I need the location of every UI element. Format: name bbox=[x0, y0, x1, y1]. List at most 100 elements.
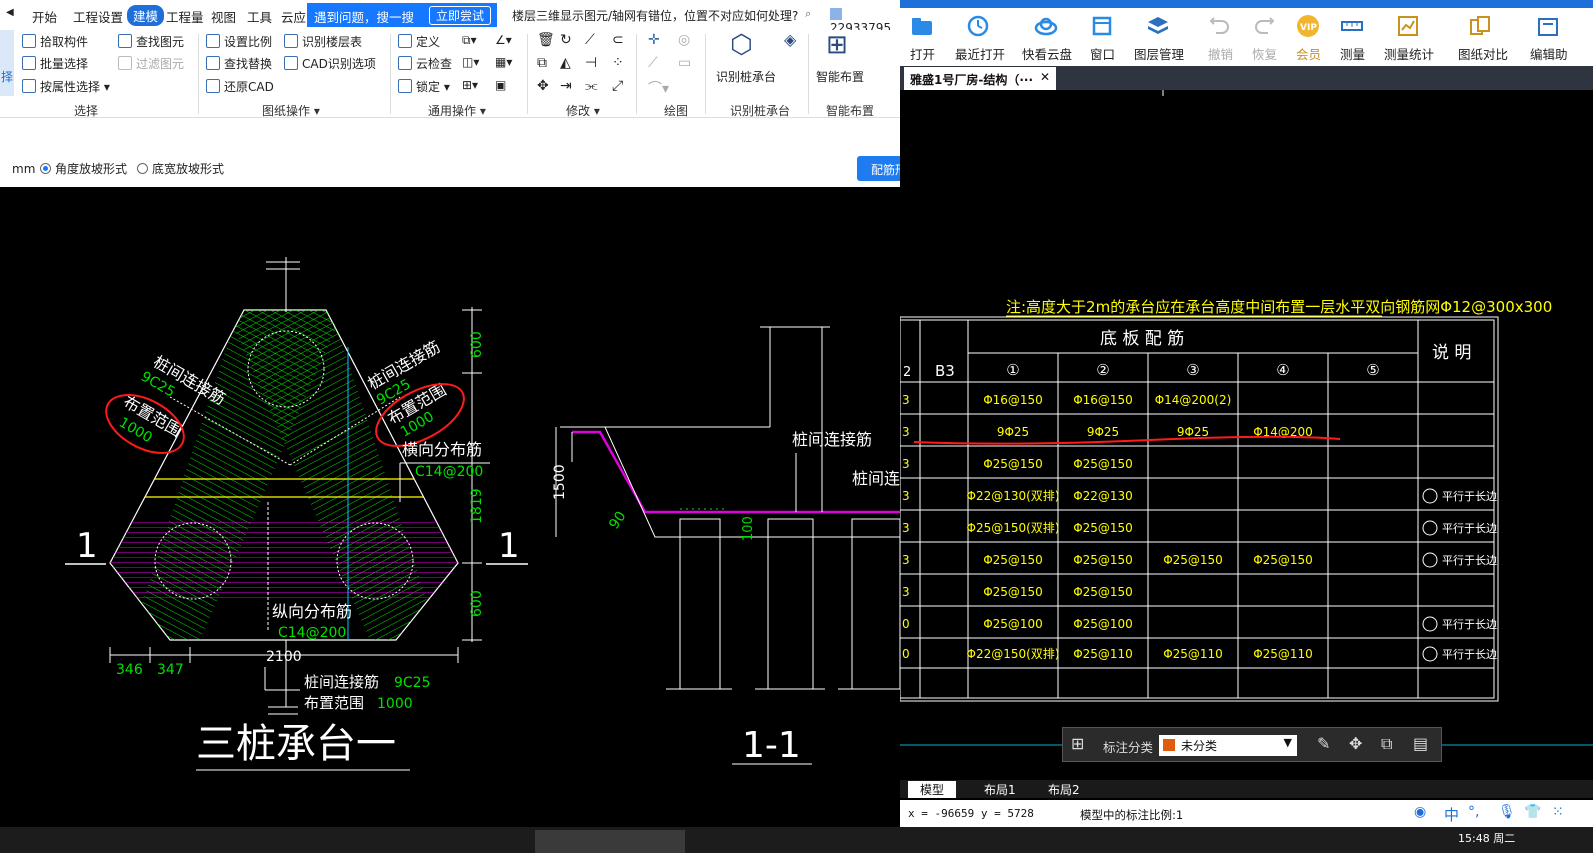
open-button[interactable]: 打开 bbox=[910, 44, 935, 63]
find-element-button[interactable]: 查找图元 bbox=[118, 33, 184, 50]
batch-select-button[interactable]: 批量选择 bbox=[22, 55, 88, 72]
pile-cap-icon[interactable]: ⬡ bbox=[730, 30, 753, 60]
menu-project-settings[interactable]: 工程设置 bbox=[73, 7, 123, 26]
mirror-icon[interactable]: ◭ bbox=[560, 55, 571, 71]
join-icon[interactable]: ⫘ bbox=[585, 78, 598, 94]
lock-button[interactable]: 锁定 ▾ bbox=[398, 78, 450, 95]
smart-layout-icon[interactable]: ⊞ bbox=[826, 30, 848, 60]
grid-menu-icon[interactable]: ⁙ bbox=[1552, 804, 1564, 820]
layer-manage-button[interactable]: 图层管理 bbox=[1134, 44, 1184, 63]
cad-viewport-left[interactable]: 600 1819 600 346 347 2100 1 1 桩间连接筋 9C25… bbox=[0, 187, 900, 827]
menu-tools[interactable]: 工具 bbox=[247, 7, 272, 26]
smart-layout-button[interactable]: 智能布置 bbox=[816, 68, 864, 85]
menu-quantity[interactable]: 工程量 bbox=[166, 7, 204, 26]
drawing-tab-title: 雅盛1号厂房-结构（··· bbox=[910, 73, 1034, 87]
try-now-button[interactable]: 立即尝试 bbox=[429, 6, 492, 25]
rebar-table-drawing[interactable]: 注:高度大于2m的承台应在承台高度中间布置一层水平双向钢筋网Φ12@300x30… bbox=[900, 90, 1593, 780]
cad-viewport-right[interactable]: 注:高度大于2m的承台应在承台高度中间布置一层水平双向钢筋网Φ12@300x30… bbox=[900, 90, 1593, 780]
paste-icon[interactable]: ▤ bbox=[1413, 734, 1428, 753]
menu-view[interactable]: 视图 bbox=[211, 7, 236, 26]
select-side-tab[interactable]: 择 bbox=[0, 30, 14, 96]
find-replace-button[interactable]: 查找替换 bbox=[206, 55, 272, 72]
define-button[interactable]: 定义 bbox=[398, 33, 440, 50]
set-scale-button[interactable]: 设置比例 bbox=[206, 33, 272, 50]
point-icon[interactable]: ✛ bbox=[648, 32, 660, 48]
stretch-icon[interactable]: ⤢ bbox=[612, 78, 623, 94]
radio-angle-slope[interactable]: 角度放坡形式 bbox=[40, 160, 127, 177]
member-button[interactable]: 会员 bbox=[1296, 44, 1321, 63]
layout-tab-2[interactable]: 布局2 bbox=[1048, 781, 1080, 798]
layer-tool-icon[interactable]: ▦▾ bbox=[495, 55, 512, 69]
grid-tool-icon[interactable]: ⊞▾ bbox=[462, 78, 478, 92]
copy-icon[interactable]: ⧉ bbox=[1381, 734, 1392, 754]
drawing-tab[interactable]: 雅盛1号厂房-结构（··· ✕ bbox=[904, 67, 1056, 90]
copy-tool-icon[interactable]: ⧉▾ bbox=[462, 33, 477, 48]
skin-icon[interactable]: 👕 bbox=[1524, 804, 1541, 820]
move-icon[interactable]: ✥ bbox=[1349, 734, 1362, 753]
punctuation-icon[interactable]: °, bbox=[1468, 804, 1479, 820]
offset-icon[interactable]: ⊂ bbox=[612, 32, 624, 48]
grid-view-icon[interactable]: ⊞ bbox=[1071, 734, 1084, 753]
divider bbox=[808, 34, 809, 114]
rebar-form-button[interactable]: 配筋形 bbox=[857, 156, 900, 181]
trim-icon[interactable]: ⟋ bbox=[585, 32, 595, 48]
angle-tool-icon[interactable]: ∠▾ bbox=[495, 33, 512, 47]
taskbar-active-app[interactable] bbox=[535, 830, 685, 853]
menu-modeling[interactable]: 建模 bbox=[127, 5, 165, 26]
undo-button[interactable]: 撤销 bbox=[1208, 44, 1233, 63]
table-cell: Φ25@150 bbox=[1073, 553, 1133, 567]
cloud-disk-button[interactable]: 快看云盘 bbox=[1022, 44, 1072, 63]
divider bbox=[705, 34, 706, 114]
table-tool-icon[interactable]: ▣ bbox=[495, 78, 506, 92]
table-cell: Φ25@150 bbox=[1073, 521, 1133, 535]
search-question[interactable]: 楼层三维显示图元/轴网有错位，位置不对应如何处理? bbox=[512, 7, 822, 24]
radio-width-slope[interactable]: 底宽放坡形式 bbox=[137, 160, 224, 177]
identify-floor-table-button[interactable]: 识别楼层表 bbox=[284, 33, 362, 50]
move-icon[interactable]: ✥ bbox=[537, 78, 549, 94]
line-draw-icon[interactable]: ⟋ bbox=[648, 55, 658, 71]
ime-lang[interactable]: 中 bbox=[1444, 804, 1459, 825]
edit-assistant-button[interactable]: 编辑助 bbox=[1530, 44, 1568, 63]
taskbar-clock: 15:48 周二 bbox=[1458, 832, 1516, 845]
measure-button[interactable]: 测量 bbox=[1340, 44, 1365, 63]
edit-icon[interactable]: ✎ bbox=[1317, 734, 1330, 753]
arc-draw-icon[interactable]: ⌒▾ bbox=[648, 78, 669, 98]
annotation-class-select[interactable]: 未分类 ▼ bbox=[1159, 735, 1297, 756]
recent-open-button[interactable]: 最近打开 bbox=[955, 44, 1005, 63]
back-icon[interactable]: ◀ bbox=[6, 7, 14, 18]
window-icon bbox=[1092, 16, 1112, 36]
rect-draw-icon[interactable]: ▭ bbox=[678, 55, 691, 71]
column-header: ① bbox=[1006, 361, 1019, 379]
extend-icon[interactable]: ⇥ bbox=[560, 78, 572, 94]
redo-button[interactable]: 恢复 bbox=[1252, 44, 1277, 63]
identify-pile-cap-button[interactable]: 识别桩承台 bbox=[716, 68, 776, 85]
window-button[interactable]: 窗口 bbox=[1090, 44, 1115, 63]
menu-start[interactable]: 开始 bbox=[32, 7, 57, 26]
measure-stats-button[interactable]: 测量统计 bbox=[1384, 44, 1434, 63]
select-by-property-button[interactable]: 按属性选择 ▾ bbox=[22, 78, 110, 95]
filter-element-button[interactable]: 过滤图元 bbox=[118, 55, 184, 72]
pile-option-icon[interactable]: ◈ bbox=[784, 30, 796, 49]
delete-icon[interactable]: 🗑 bbox=[537, 32, 555, 48]
close-icon[interactable]: ✕ bbox=[1040, 70, 1050, 84]
mic-icon[interactable]: 🎙 bbox=[1498, 804, 1516, 820]
dim-100: 100 bbox=[741, 516, 756, 541]
circle-draw-icon[interactable]: ◎ bbox=[678, 32, 690, 48]
layout-tab-1[interactable]: 布局1 bbox=[984, 781, 1016, 798]
cad-options-button[interactable]: CAD识别选项 bbox=[284, 55, 376, 72]
pile-cap-drawing[interactable]: 600 1819 600 346 347 2100 1 1 桩间连接筋 9C25… bbox=[0, 187, 900, 827]
table-cell: Φ14@200(2) bbox=[1155, 393, 1232, 407]
compare-button[interactable]: 图纸对比 bbox=[1458, 44, 1508, 63]
break-icon[interactable]: ⊣ bbox=[585, 55, 597, 71]
menu-cloud[interactable]: 云应 bbox=[281, 7, 306, 26]
array-icon[interactable]: ⁘ bbox=[612, 55, 624, 71]
pick-component-button[interactable]: 拾取构件 bbox=[22, 33, 88, 50]
search-icon[interactable]: ⌕ bbox=[805, 7, 811, 21]
hide-tool-icon[interactable]: ◫▾ bbox=[462, 55, 479, 69]
ime-logo-icon[interactable]: ◉ bbox=[1414, 804, 1426, 820]
rotate-icon[interactable]: ↻ bbox=[560, 32, 572, 48]
restore-cad-button[interactable]: 还原CAD bbox=[206, 78, 274, 95]
cloud-check-button[interactable]: 云检查 bbox=[398, 55, 452, 72]
copy-icon[interactable]: ⧉ bbox=[537, 55, 547, 71]
layout-tab-model[interactable]: 模型 bbox=[908, 781, 957, 798]
